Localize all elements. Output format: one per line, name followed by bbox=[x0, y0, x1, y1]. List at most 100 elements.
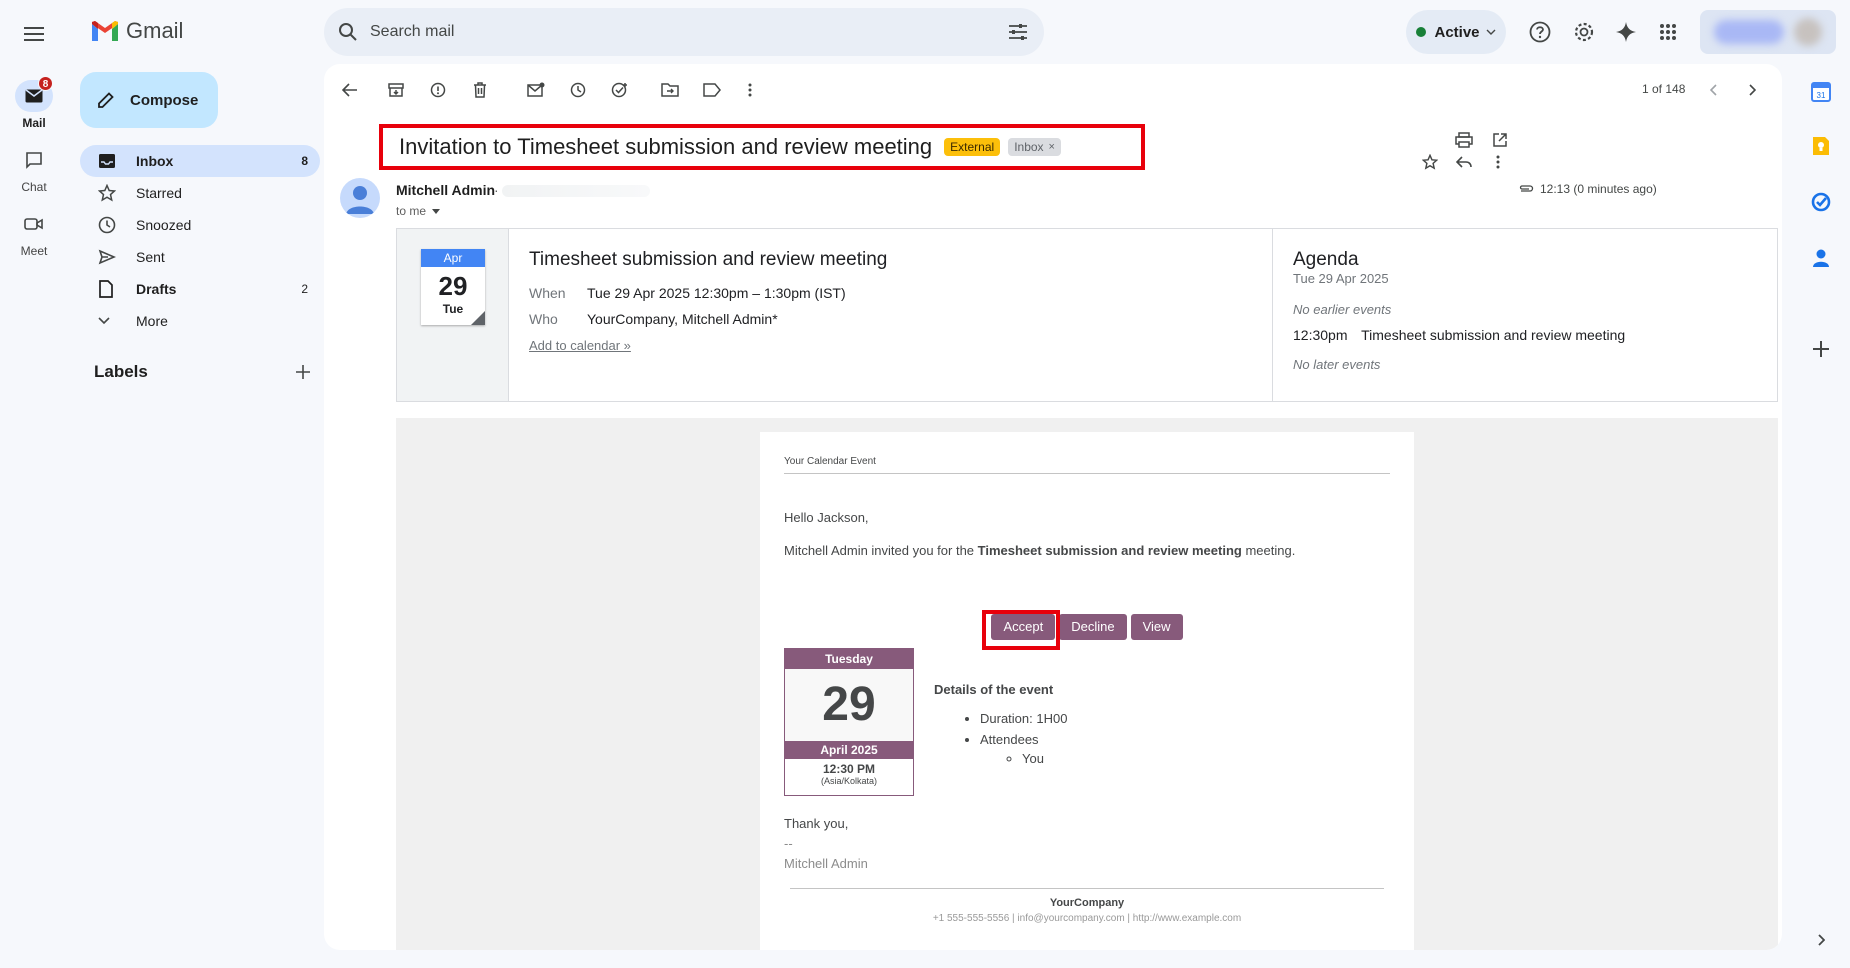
status-selector[interactable]: Active bbox=[1406, 10, 1506, 54]
calendar-date-panel: Apr 29 Tue bbox=[397, 229, 509, 401]
sidebar-item-sent[interactable]: Sent bbox=[80, 241, 320, 273]
invite-text: Mitchell Admin invited you for the Times… bbox=[784, 543, 1390, 558]
mail-badge: 8 bbox=[38, 76, 53, 91]
cal-month: Apr bbox=[421, 249, 485, 267]
pencil-icon bbox=[98, 92, 114, 108]
star-icon bbox=[1422, 154, 1438, 170]
page-fold-icon bbox=[471, 311, 485, 325]
expand-side-panel-button[interactable] bbox=[1807, 926, 1835, 954]
chevron-left-icon bbox=[1710, 84, 1717, 96]
back-button[interactable] bbox=[334, 74, 366, 106]
signature-separator: -- bbox=[784, 836, 793, 851]
inbox-tag-label: Inbox bbox=[1014, 140, 1044, 154]
sidebar-item-drafts[interactable]: Drafts 2 bbox=[80, 273, 320, 305]
sidebar-item-more[interactable]: More bbox=[80, 305, 320, 337]
gear-icon bbox=[1574, 22, 1594, 42]
keep-icon bbox=[1813, 137, 1829, 155]
more-vert-icon bbox=[1496, 155, 1500, 169]
inbox-tag[interactable]: Inbox × bbox=[1008, 138, 1061, 156]
search-input[interactable] bbox=[370, 23, 1008, 41]
move-to-button[interactable] bbox=[654, 74, 686, 106]
clock-icon bbox=[570, 82, 586, 98]
account-button[interactable] bbox=[1700, 10, 1836, 54]
remove-label-icon[interactable]: × bbox=[1049, 141, 1055, 153]
reply-button[interactable] bbox=[1448, 146, 1480, 178]
snooze-button[interactable] bbox=[562, 74, 594, 106]
company-contact[interactable]: +1 555-555-5556 | info@yourcompany.com |… bbox=[790, 913, 1384, 924]
cal-day: 29 bbox=[438, 271, 468, 301]
sidebar-item-starred[interactable]: Starred bbox=[80, 177, 320, 209]
settings-button[interactable] bbox=[1568, 16, 1600, 48]
add-task-button[interactable] bbox=[604, 74, 636, 106]
side-calendar-button[interactable]: 31 bbox=[1807, 78, 1835, 106]
tasks-icon bbox=[1811, 192, 1831, 212]
search-icon[interactable] bbox=[338, 22, 358, 42]
delete-button[interactable] bbox=[464, 74, 496, 106]
apps-button[interactable] bbox=[1652, 16, 1684, 48]
event-details: Timesheet submission and review meeting … bbox=[509, 229, 1273, 401]
rail-mail[interactable]: 8 Mail bbox=[0, 76, 68, 130]
sidebar-item-label: Starred bbox=[136, 185, 182, 201]
get-addons-button[interactable] bbox=[1807, 335, 1835, 363]
star-icon bbox=[98, 184, 116, 202]
search-bar[interactable] bbox=[324, 8, 1044, 56]
newer-button[interactable] bbox=[1698, 74, 1730, 106]
rail-chat[interactable]: Chat bbox=[0, 144, 68, 194]
older-button[interactable] bbox=[1736, 74, 1768, 106]
add-label-icon[interactable] bbox=[296, 365, 310, 379]
attendees-label: Attendees bbox=[980, 732, 1039, 747]
side-keep-button[interactable] bbox=[1807, 132, 1835, 160]
view-button[interactable]: View bbox=[1130, 614, 1183, 640]
when-label: When bbox=[529, 285, 566, 301]
agenda-event[interactable]: 12:30pm Timesheet submission and review … bbox=[1293, 327, 1757, 343]
sidebar-item-inbox[interactable]: Inbox 8 bbox=[80, 145, 320, 177]
event-time: 12:30 PM bbox=[822, 762, 876, 776]
who-label: Who bbox=[529, 311, 558, 327]
gmail-logo[interactable]: Gmail bbox=[90, 18, 183, 44]
event-timezone: (Asia/Kolkata) bbox=[820, 776, 878, 786]
report-spam-button[interactable] bbox=[422, 74, 454, 106]
avatar bbox=[1794, 18, 1822, 46]
sidebar-item-label: Sent bbox=[136, 249, 165, 265]
event-when-row: When Tue 29 Apr 2025 12:30pm – 1:30pm (I… bbox=[529, 285, 1252, 301]
pagination-label: 1 of 148 bbox=[1642, 82, 1686, 96]
details-title: Details of the event bbox=[934, 682, 1054, 697]
star-button[interactable] bbox=[1414, 146, 1446, 178]
left-rail: 8 Mail Chat Meet bbox=[0, 0, 68, 968]
main-menu-button[interactable] bbox=[16, 16, 52, 52]
gemini-button[interactable] bbox=[1610, 16, 1642, 48]
status-dot bbox=[1416, 27, 1427, 37]
when-value: Tue 29 Apr 2025 12:30pm – 1:30pm (IST) bbox=[587, 285, 846, 301]
invite-event-name: Timesheet submission and review meeting bbox=[977, 543, 1242, 558]
sidebar-nav: Inbox 8 Starred Snoozed Sent Drafts 2 Mo… bbox=[80, 145, 320, 337]
recipient-details[interactable]: to me bbox=[396, 204, 441, 218]
email-body: Your Calendar Event Hello Jackson, Mitch… bbox=[396, 418, 1778, 950]
inbox-count: 8 bbox=[301, 154, 308, 168]
search-options-icon[interactable] bbox=[1008, 23, 1028, 41]
who-value: YourCompany, Mitchell Admin* bbox=[587, 311, 778, 327]
help-icon bbox=[1529, 21, 1551, 43]
side-contacts-button[interactable] bbox=[1807, 244, 1835, 272]
no-later-events: No later events bbox=[1293, 357, 1381, 372]
add-to-calendar-link[interactable]: Add to calendar » bbox=[529, 338, 631, 353]
mark-unread-icon bbox=[527, 82, 545, 97]
labels-button[interactable] bbox=[696, 74, 728, 106]
mark-unread-button[interactable] bbox=[520, 74, 552, 106]
side-tasks-button[interactable] bbox=[1807, 188, 1835, 216]
message-more-button[interactable] bbox=[1482, 146, 1514, 178]
google-calendar-icon: 31 bbox=[1811, 82, 1831, 102]
rail-meet[interactable]: Meet bbox=[0, 208, 68, 258]
more-options-button[interactable] bbox=[734, 74, 766, 106]
hamburger-icon bbox=[24, 27, 44, 41]
clock-icon bbox=[98, 216, 116, 234]
compose-button[interactable]: Compose bbox=[80, 72, 218, 128]
sender-name[interactable]: Mitchell Admin bbox=[396, 182, 495, 198]
decline-button[interactable]: Decline bbox=[1059, 614, 1127, 640]
support-button[interactable] bbox=[1524, 16, 1556, 48]
archive-button[interactable] bbox=[380, 74, 412, 106]
sidebar-item-snoozed[interactable]: Snoozed bbox=[80, 209, 320, 241]
avatar[interactable] bbox=[340, 178, 380, 218]
agenda-panel: Agenda Tue 29 Apr 2025 No earlier events… bbox=[1273, 229, 1777, 401]
sign-off: Thank you, -- Mitchell Admin bbox=[784, 814, 868, 874]
account-name-redacted bbox=[1714, 20, 1784, 44]
